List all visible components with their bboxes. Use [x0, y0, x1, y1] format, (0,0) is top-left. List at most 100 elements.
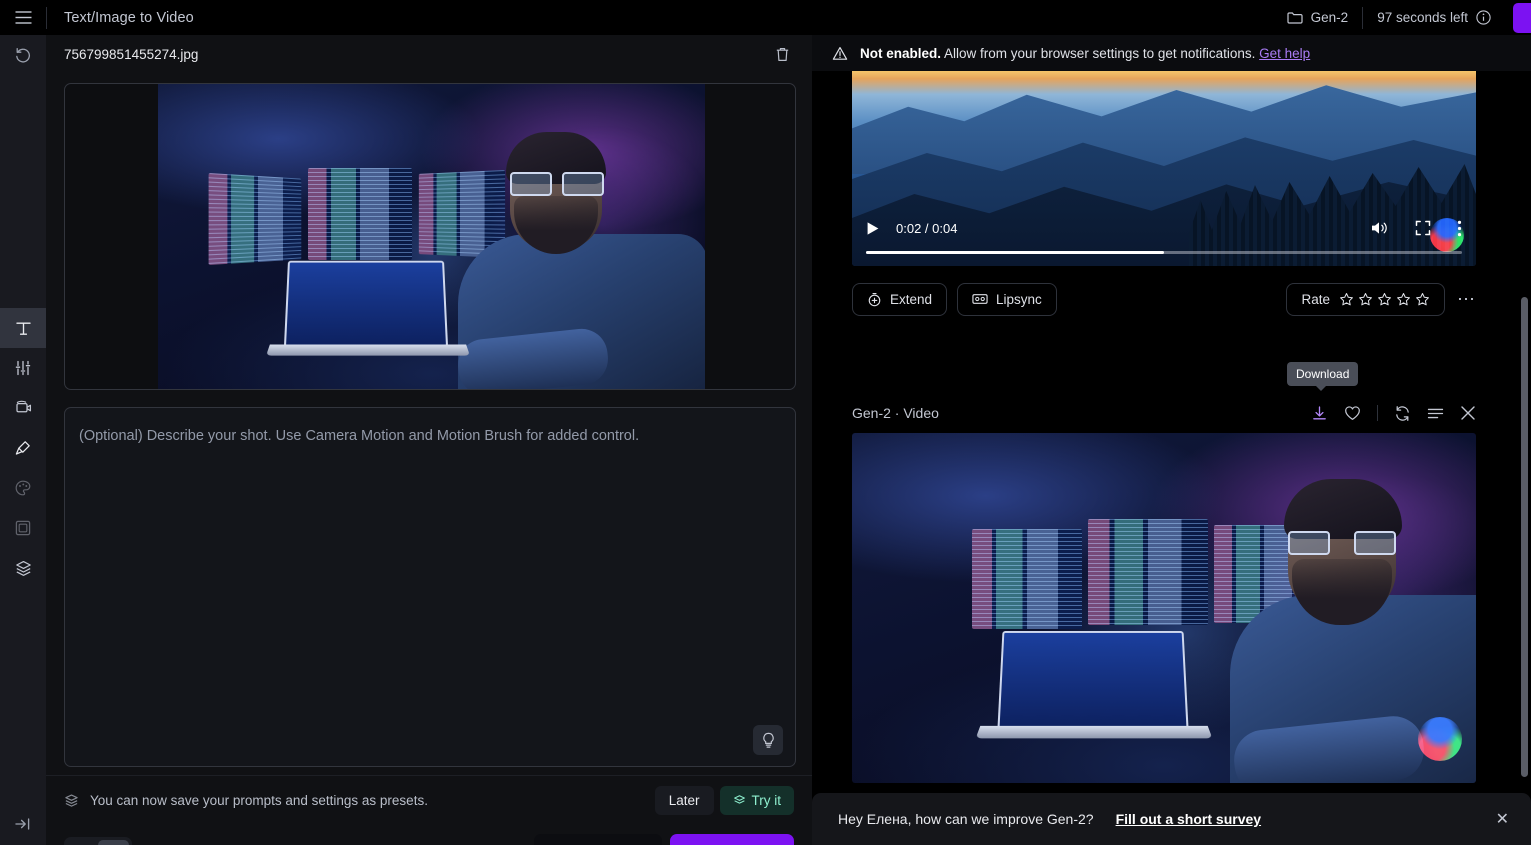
source-image-preview[interactable]	[64, 83, 796, 390]
lipsync-button[interactable]: Lipsync	[957, 282, 1057, 316]
credits-chip[interactable]: 97 seconds left	[1363, 0, 1505, 35]
layers-icon	[733, 795, 745, 804]
video-time: 0:02 / 0:04	[896, 220, 958, 236]
notification-bold: Not enabled.	[860, 45, 942, 61]
divider	[46, 6, 47, 29]
favorite-button[interactable]	[1344, 405, 1361, 421]
sidebar-item-settings[interactable]	[0, 348, 46, 388]
duration-settings-icon	[64, 837, 98, 845]
star-5[interactable]	[1415, 292, 1430, 307]
warning-triangle-icon	[832, 46, 848, 61]
rate-control[interactable]: Rate	[1286, 282, 1445, 316]
sidebar-item-frame[interactable]	[0, 508, 46, 548]
left-panel: 756799851455274.jpg (Optional) Describe …	[46, 35, 812, 845]
notification-banner: Not enabled. Allow from your browser set…	[812, 35, 1531, 71]
frame-icon	[15, 520, 31, 536]
collapse-panel-icon	[15, 818, 30, 830]
feed-scrollbar[interactable]	[1521, 297, 1528, 777]
get-help-link[interactable]: Get help	[1259, 46, 1310, 61]
generate-actions: Free previews Generate 4s	[533, 833, 794, 845]
sidebar-item-layers[interactable]	[0, 548, 46, 588]
hamburger-icon	[15, 11, 31, 24]
notification-body: Allow from your browser settings to get …	[941, 45, 1260, 61]
presets-notice: You can now save your prompts and settin…	[46, 775, 812, 825]
folder-icon	[1287, 12, 1303, 24]
extend-label: Extend	[890, 291, 933, 307]
top-bar: Text/Image to Video Gen-2 97 seconds lef…	[0, 0, 1531, 35]
divider	[1377, 405, 1378, 421]
hamburger-menu-button[interactable]	[0, 0, 46, 35]
presets-actions: Later Try it	[654, 786, 794, 815]
star-rating[interactable]	[1339, 292, 1430, 307]
star-3[interactable]	[1377, 292, 1392, 307]
download-button[interactable]	[1311, 405, 1328, 422]
tool-rail	[0, 35, 46, 845]
details-icon	[1427, 408, 1444, 418]
survey-message: Hey Елена, how can we improve Gen-2?	[838, 811, 1094, 827]
sidebar-item-history[interactable]	[0, 35, 46, 75]
video-thumbnail[interactable]	[852, 433, 1476, 783]
delete-image-button[interactable]	[775, 46, 790, 63]
download-icon	[1313, 405, 1326, 419]
extend-button[interactable]: Extend	[852, 282, 948, 316]
duration-stepper[interactable]: 5	[64, 836, 132, 845]
close-card-button[interactable]	[1460, 405, 1476, 421]
project-chip[interactable]: Gen-2	[1273, 0, 1363, 35]
try-it-label: Try it	[751, 793, 782, 808]
star-outline-icon	[1416, 292, 1429, 305]
card-more-button[interactable]: ⋯	[1457, 290, 1476, 308]
upgrade-button[interactable]	[1513, 2, 1531, 33]
video-progress-bar[interactable]	[866, 251, 1462, 254]
free-previews-button[interactable]: Free previews	[533, 833, 662, 845]
trash-icon	[776, 47, 789, 61]
top-bar-right: Gen-2 97 seconds left	[1273, 0, 1531, 35]
rgb-circles-watermark	[1430, 218, 1464, 252]
regenerate-button[interactable]	[1394, 405, 1411, 422]
heart-icon	[1345, 406, 1360, 420]
results-feed: 0:02 / 0:04 Extend Lipsync Rate ⋯ Gen-2 …	[812, 71, 1531, 845]
close-icon	[1461, 406, 1475, 420]
play-button[interactable]	[866, 221, 880, 236]
fullscreen-icon	[1415, 220, 1431, 236]
details-button[interactable]	[1427, 407, 1444, 420]
star-4[interactable]	[1396, 292, 1411, 307]
star-outline-icon	[1359, 292, 1372, 305]
page-title: Text/Image to Video	[64, 9, 194, 26]
sidebar-item-motion-brush[interactable]	[0, 428, 46, 468]
refresh-icon	[1396, 405, 1409, 421]
prompt-suggestions-button[interactable]	[753, 725, 783, 755]
undo-history-icon	[16, 47, 30, 63]
video-player[interactable]: 0:02 / 0:04	[852, 71, 1476, 266]
source-image	[158, 84, 705, 389]
play-icon	[867, 221, 879, 235]
survey-link[interactable]: Fill out a short survey	[1116, 811, 1261, 827]
collapse-panel-button[interactable]	[0, 804, 46, 844]
sidebar-item-text[interactable]	[0, 308, 46, 348]
sidebar-item-style[interactable]	[0, 468, 46, 508]
later-button[interactable]: Later	[654, 786, 714, 815]
right-panel: Not enabled. Allow from your browser set…	[812, 35, 1531, 845]
rgb-circles-watermark	[1418, 717, 1462, 761]
video-controls: 0:02 / 0:04	[852, 208, 1476, 266]
info-circle-icon[interactable]	[1476, 10, 1491, 25]
volume-button[interactable]	[1370, 220, 1389, 236]
generate-button[interactable]: Generate 4s	[669, 833, 794, 845]
fullscreen-button[interactable]	[1415, 220, 1431, 236]
card-title: Gen-2 · Video	[852, 405, 939, 421]
tool-group	[0, 308, 46, 588]
star-1[interactable]	[1339, 292, 1354, 307]
duration-value[interactable]: 5	[98, 839, 129, 845]
sidebar-item-camera-motion[interactable]	[0, 388, 46, 428]
file-header: 756799851455274.jpg	[46, 35, 812, 73]
download-tooltip: Download	[1287, 362, 1359, 391]
lightbulb-icon	[762, 732, 774, 748]
camera-motion-icon	[15, 400, 31, 413]
video-actions: Extend Lipsync Rate ⋯	[852, 266, 1476, 318]
volume-icon	[1372, 222, 1387, 234]
star-outline-icon	[1397, 292, 1410, 305]
prompt-input-box[interactable]: (Optional) Describe your shot. Use Camer…	[64, 407, 796, 767]
close-survey-button[interactable]: ✕	[1496, 809, 1509, 829]
star-2[interactable]	[1358, 292, 1373, 307]
card-header: Gen-2 · Video Download	[852, 362, 1476, 433]
try-it-button[interactable]: Try it	[719, 786, 794, 815]
